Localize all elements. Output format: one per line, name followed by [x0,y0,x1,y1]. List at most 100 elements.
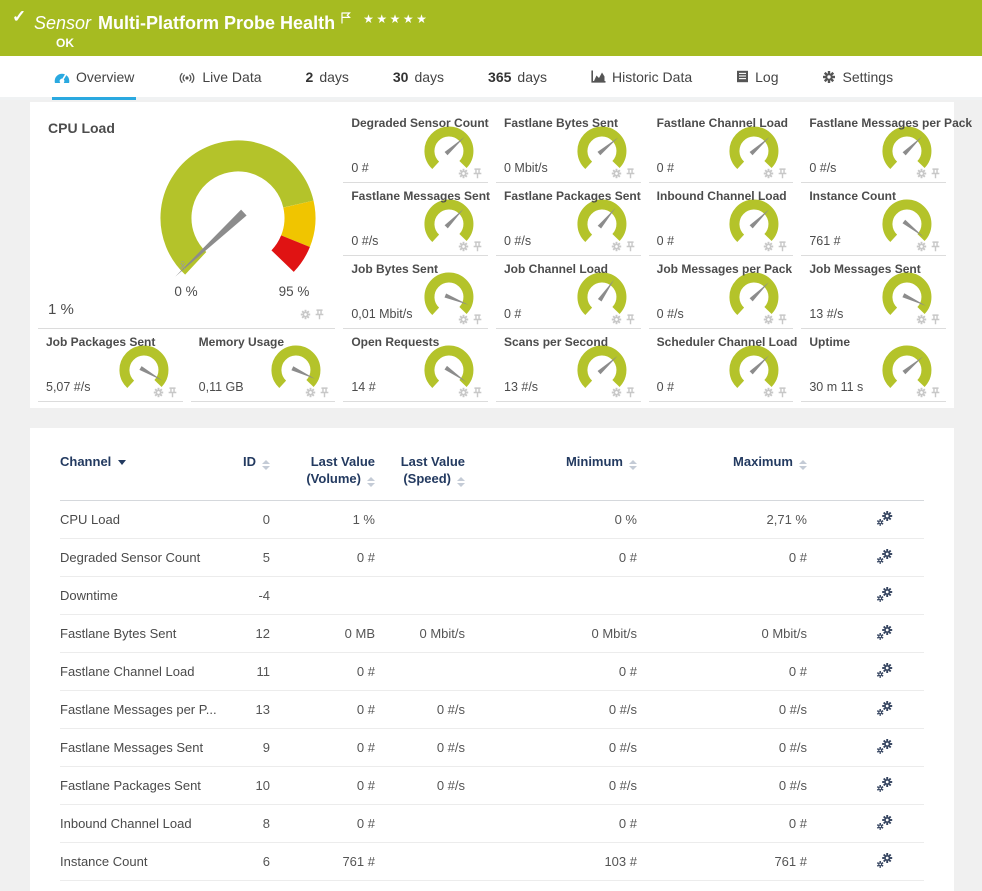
channel-row-fastlane-messages-sent[interactable]: Fastlane Messages Sent90 #0 #/s0 #/s0 #/… [60,728,924,766]
sort-icon[interactable] [457,477,465,487]
sort-icon[interactable] [262,460,270,470]
flag-icon[interactable] [341,8,351,28]
gauge-tile-fastlane-messages-per-pack[interactable]: Fastlane Messages per Pack0 #/s [801,110,946,183]
channel-settings-icon[interactable] [876,629,894,644]
gauge-tile-instance-count[interactable]: Instance Count761 # [801,183,946,256]
channel-row-inbound-channel-load[interactable]: Inbound Channel Load80 #0 #0 # [60,804,924,842]
gauge-tile-fastlane-channel-load[interactable]: Fastlane Channel Load0 # [649,110,794,183]
gauge-tile-job-messages-per-pack[interactable]: Job Messages per Pack0 #/s [649,256,794,329]
column-header-speed[interactable]: Last Value(Speed) [375,452,465,500]
gear-icon[interactable] [300,309,311,320]
gauge-tile-job-messages-sent[interactable]: Job Messages Sent13 #/s [801,256,946,329]
pin-icon[interactable] [167,387,178,398]
tab-30-days[interactable]: 30days [391,56,446,100]
pin-icon[interactable] [314,309,325,320]
channel-row-cpu-load[interactable]: CPU Load01 %0 %2,71 % [60,500,924,538]
column-header-min[interactable]: Minimum [465,452,637,500]
pin-icon[interactable] [930,314,941,325]
tab-log[interactable]: Log [734,56,780,100]
pin-icon[interactable] [472,168,483,179]
gear-icon[interactable] [611,241,622,252]
channel-settings-icon[interactable] [876,781,894,796]
channel-name-cell[interactable]: CPU Load [60,500,240,538]
column-header-volume[interactable]: Last Value(Volume) [270,452,375,500]
channel-row-fastlane-messages-per-p[interactable]: Fastlane Messages per P...130 #0 #/s0 #/… [60,690,924,728]
pin-icon[interactable] [625,241,636,252]
sort-icon[interactable] [367,477,375,487]
gear-icon[interactable] [916,241,927,252]
gear-icon[interactable] [916,314,927,325]
tab-365-days[interactable]: 365days [486,56,549,100]
channel-name-cell[interactable]: Fastlane Messages per P... [60,690,240,728]
pin-icon[interactable] [777,314,788,325]
sort-icon[interactable] [799,460,807,470]
gear-icon[interactable] [763,314,774,325]
gear-icon[interactable] [916,168,927,179]
pin-icon[interactable] [930,387,941,398]
gauge-tile-uptime[interactable]: Uptime30 m 11 s [801,329,946,402]
channel-name-cell[interactable]: Fastlane Packages Sent [60,766,240,804]
gauge-tile-scans-per-second[interactable]: Scans per Second13 #/s [496,329,641,402]
gauge-tile-memory-usage[interactable]: Memory Usage0,11 GB [191,329,336,402]
gear-icon[interactable] [458,168,469,179]
column-header-max[interactable]: Maximum [637,452,807,500]
channel-name-cell[interactable]: Instance Count [60,842,240,880]
gauge-tile-job-packages-sent[interactable]: Job Packages Sent5,07 #/s [38,329,183,402]
gauge-tile-degraded-sensor-count[interactable]: Degraded Sensor Count0 # [343,110,488,183]
channel-row-instance-count[interactable]: Instance Count6761 #103 #761 # [60,842,924,880]
gear-icon[interactable] [611,314,622,325]
gear-icon[interactable] [458,387,469,398]
channel-name-cell[interactable]: Fastlane Messages Sent [60,728,240,766]
pin-icon[interactable] [777,387,788,398]
gauge-tile-open-requests[interactable]: Open Requests14 # [343,329,488,402]
gauge-tile-fastlane-packages-sent[interactable]: Fastlane Packages Sent0 #/s [496,183,641,256]
pin-icon[interactable] [777,241,788,252]
channel-name-cell[interactable]: Inbound Channel Load [60,804,240,842]
pin-icon[interactable] [319,387,330,398]
channel-name-cell[interactable]: Degraded Sensor Count [60,538,240,576]
tab-settings[interactable]: Settings [820,56,895,100]
channel-name-cell[interactable]: Fastlane Bytes Sent [60,614,240,652]
channel-settings-icon[interactable] [876,667,894,682]
pin-icon[interactable] [472,241,483,252]
channel-name-cell[interactable]: Fastlane Channel Load [60,652,240,690]
gauge-tile-job-channel-load[interactable]: Job Channel Load0 # [496,256,641,329]
gear-icon[interactable] [763,168,774,179]
channel-row-fastlane-bytes-sent[interactable]: Fastlane Bytes Sent120 MB0 Mbit/s0 Mbit/… [60,614,924,652]
channel-row-downtime[interactable]: Downtime-4 [60,576,924,614]
gear-icon[interactable] [305,387,316,398]
pin-icon[interactable] [777,168,788,179]
channel-row-fastlane-channel-load[interactable]: Fastlane Channel Load110 #0 #0 # [60,652,924,690]
pin-icon[interactable] [625,168,636,179]
channel-row-fastlane-packages-sent[interactable]: Fastlane Packages Sent100 #0 #/s0 #/s0 #… [60,766,924,804]
channel-settings-icon[interactable] [876,553,894,568]
gauge-tile-cpu-load[interactable]: CPU Load x̄ 0 % 95 % 1 % [38,110,335,329]
gear-icon[interactable] [153,387,164,398]
channel-row-degraded-sensor-count[interactable]: Degraded Sensor Count50 #0 #0 # [60,538,924,576]
gear-icon[interactable] [458,314,469,325]
priority-stars[interactable]: ★★★★★ [363,12,429,26]
channel-settings-icon[interactable] [876,591,894,606]
channel-settings-icon[interactable] [876,857,894,872]
gauge-tile-job-bytes-sent[interactable]: Job Bytes Sent0,01 Mbit/s [343,256,488,329]
column-header-id[interactable]: ID [240,452,270,500]
gauge-tile-scheduler-channel-load[interactable]: Scheduler Channel Load0 # [649,329,794,402]
sort-icon[interactable] [629,460,637,470]
gauge-tile-inbound-channel-load[interactable]: Inbound Channel Load0 # [649,183,794,256]
tab-historic-data[interactable]: Historic Data [589,56,694,100]
gauge-tile-fastlane-bytes-sent[interactable]: Fastlane Bytes Sent0 Mbit/s [496,110,641,183]
pin-icon[interactable] [930,168,941,179]
channel-settings-icon[interactable] [876,743,894,758]
tab-live-data[interactable]: Live Data [176,56,263,100]
gauge-tile-fastlane-messages-sent[interactable]: Fastlane Messages Sent0 #/s [343,183,488,256]
channel-settings-icon[interactable] [876,705,894,720]
gear-icon[interactable] [611,387,622,398]
column-header-channel[interactable]: Channel [60,452,240,500]
tab-overview[interactable]: Overview [52,56,136,100]
pin-icon[interactable] [930,241,941,252]
channel-settings-icon[interactable] [876,515,894,530]
gear-icon[interactable] [763,387,774,398]
tab-2-days[interactable]: 2days [304,56,351,100]
channel-settings-icon[interactable] [876,819,894,834]
gear-icon[interactable] [916,387,927,398]
